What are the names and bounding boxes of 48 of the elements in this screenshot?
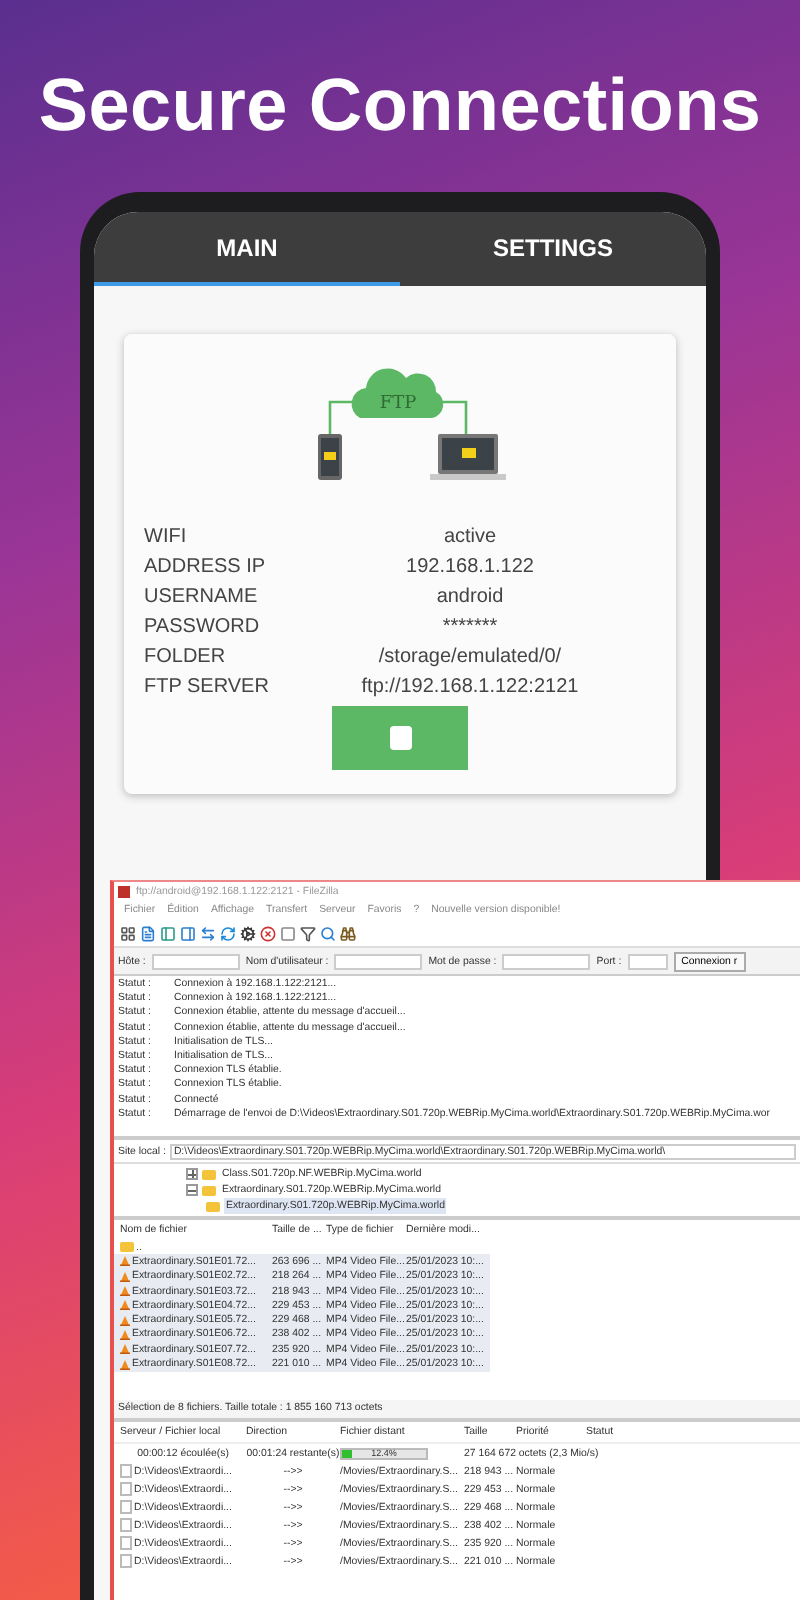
- grid-icon[interactable]: [120, 925, 136, 941]
- info-value: android: [434, 586, 506, 608]
- cone-icon: [120, 1300, 130, 1311]
- cone-icon: [120, 1256, 130, 1267]
- info-value: /storage/emulated/0/: [376, 646, 564, 668]
- input-field[interactable]: [151, 953, 240, 969]
- cone-icon: [120, 1359, 130, 1370]
- input-field[interactable]: [334, 953, 423, 969]
- tab[interactable]: MAIN: [94, 212, 400, 286]
- refresh-icon[interactable]: [220, 925, 236, 941]
- info-label: WIFI: [144, 526, 189, 548]
- info-label: PASSWORD: [144, 616, 262, 638]
- info-label: ADDRESS IP: [144, 556, 268, 578]
- panel-icon[interactable]: [180, 925, 196, 941]
- cloud-icon: [351, 368, 444, 418]
- panel-icon[interactable]: [160, 925, 176, 941]
- cloud-label: FTP: [379, 394, 417, 414]
- info-value: 192.168.1.122: [404, 556, 536, 578]
- binoculars-icon[interactable]: [340, 925, 356, 941]
- phone-icon: [318, 434, 342, 480]
- stop-button[interactable]: [332, 706, 468, 770]
- app-icon: [118, 885, 130, 897]
- cone-icon: [120, 1286, 130, 1297]
- cone-icon: [120, 1329, 130, 1340]
- search-icon[interactable]: [320, 925, 336, 941]
- document-icon[interactable]: [140, 925, 156, 941]
- info-value: *******: [440, 616, 500, 638]
- tab[interactable]: SETTINGS: [400, 212, 706, 286]
- cone-icon: [120, 1271, 130, 1282]
- folder-icon: [120, 1242, 134, 1253]
- info-value: active: [441, 526, 499, 548]
- cone-icon: [120, 1315, 130, 1326]
- input-field[interactable]: [502, 953, 591, 969]
- info-label: FOLDER: [144, 646, 228, 668]
- headline: Secure Connections: [38, 64, 762, 148]
- transfer-icon[interactable]: [200, 925, 216, 941]
- gear-icon[interactable]: [240, 925, 256, 941]
- collapse-icon[interactable]: [186, 1184, 198, 1196]
- info-value: ftp://192.168.1.122:2121: [359, 676, 581, 698]
- filter-icon[interactable]: [300, 925, 316, 941]
- laptop-icon: [430, 434, 506, 480]
- cancel-icon[interactable]: [260, 925, 276, 941]
- expand-icon[interactable]: [186, 1168, 198, 1180]
- info-label: FTP SERVER: [144, 676, 271, 698]
- info-label: USERNAME: [144, 586, 260, 608]
- stop-icon: [389, 726, 411, 750]
- cone-icon: [120, 1344, 130, 1355]
- input-field[interactable]: [627, 953, 668, 969]
